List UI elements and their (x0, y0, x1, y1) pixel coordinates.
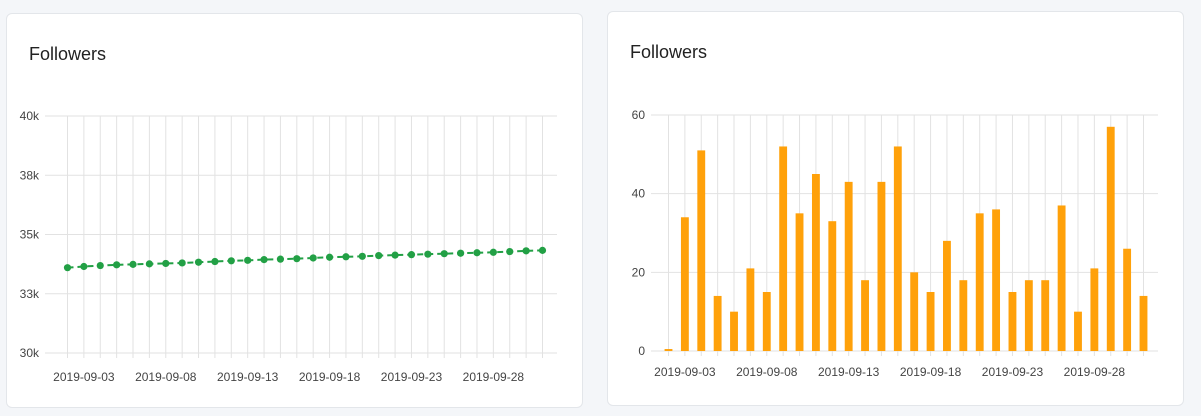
followers-bar-chart: 0 20 40 60 2019-09-03 2019-09-08 2019-09-13 201… (632, 108, 1158, 379)
bar (664, 349, 673, 351)
data-point (489, 248, 497, 256)
bar (730, 311, 738, 351)
bar (1106, 126, 1115, 351)
x-tick-label: 2019-09-18 (900, 365, 962, 379)
data-point (178, 259, 186, 267)
bar (975, 213, 984, 351)
bar (1041, 280, 1050, 351)
data-point (358, 252, 366, 260)
data-point (96, 261, 104, 270)
data-point (391, 251, 399, 259)
followers-line-chart: 30k 33k 35k 38k 40k 2019-09-03 2019-09-08 2019-… (20, 109, 557, 384)
bar (746, 268, 755, 351)
x-tick-label: 2019-09-13 (217, 370, 279, 384)
bar (795, 213, 804, 351)
bar (861, 280, 869, 351)
data-point (457, 249, 465, 257)
data-point (407, 251, 416, 259)
bar (959, 280, 968, 351)
data-point (63, 264, 72, 272)
x-tick-label: 2019-09-13 (818, 365, 880, 379)
data-point (506, 247, 514, 256)
y-tick-label: 40k (20, 109, 40, 123)
data-point (145, 260, 153, 268)
data-point (440, 250, 448, 258)
data-point (538, 246, 547, 254)
x-tick-label: 2019-09-08 (135, 370, 197, 384)
bar (992, 209, 1001, 351)
x-tick-label: 2019-09-23 (982, 365, 1044, 379)
series-line (67, 249, 543, 269)
y-tick-label: 20 (632, 265, 646, 279)
y-tick-label: 0 (638, 344, 645, 358)
bar (828, 221, 837, 351)
data-point (375, 251, 383, 260)
data-point (424, 250, 432, 258)
data-point (227, 257, 235, 265)
data-point (309, 254, 317, 262)
data-point (244, 256, 252, 264)
y-tick-label: 35k (20, 228, 40, 242)
data-point (211, 257, 219, 266)
data-point (293, 255, 301, 263)
bar (943, 240, 951, 351)
y-tick-label: 33k (20, 287, 40, 301)
data-point (113, 261, 121, 269)
bar (680, 217, 689, 351)
bar (1139, 295, 1148, 351)
bar (926, 292, 935, 351)
bar (1057, 205, 1066, 351)
data-point (342, 253, 350, 261)
bar (1008, 292, 1017, 351)
bar (844, 181, 853, 351)
bar (1090, 268, 1099, 351)
bar (910, 272, 919, 351)
data-point (194, 258, 203, 266)
bar (762, 292, 771, 351)
x-tick-label: 2019-09-08 (736, 365, 798, 379)
bar (811, 174, 820, 351)
x-tick-label: 2019-09-03 (654, 365, 716, 379)
x-tick-label: 2019-09-28 (1064, 365, 1126, 379)
followers-bar-card: Followers 0 20 40 60 2019-09-03 2019-09-08 201… (607, 11, 1184, 406)
bar (697, 150, 706, 351)
followers-line-card: Followers 30k 33k 35k 38k 40k 2019-09-03 2019-… (6, 13, 583, 408)
x-tick-label: 2019-09-03 (53, 370, 115, 384)
bar (1024, 280, 1033, 351)
data-point (276, 255, 285, 263)
bar (1123, 248, 1132, 351)
x-tick-label: 2019-09-23 (381, 370, 443, 384)
y-tick-label: 60 (632, 108, 646, 122)
y-tick-label: 30k (20, 346, 40, 360)
bar (1074, 311, 1082, 351)
bar (893, 146, 902, 351)
data-point (162, 259, 170, 268)
data-point (522, 247, 530, 255)
x-tick-label: 2019-09-28 (463, 370, 525, 384)
data-point (129, 260, 137, 268)
data-point (260, 256, 268, 264)
data-point (80, 262, 88, 271)
data-point (325, 253, 334, 261)
bar (713, 295, 722, 351)
y-tick-label: 38k (20, 168, 40, 182)
data-point (473, 249, 481, 257)
x-tick-label: 2019-09-18 (299, 370, 361, 384)
bar (779, 146, 788, 351)
bar (877, 181, 886, 351)
y-tick-label: 40 (632, 187, 646, 201)
